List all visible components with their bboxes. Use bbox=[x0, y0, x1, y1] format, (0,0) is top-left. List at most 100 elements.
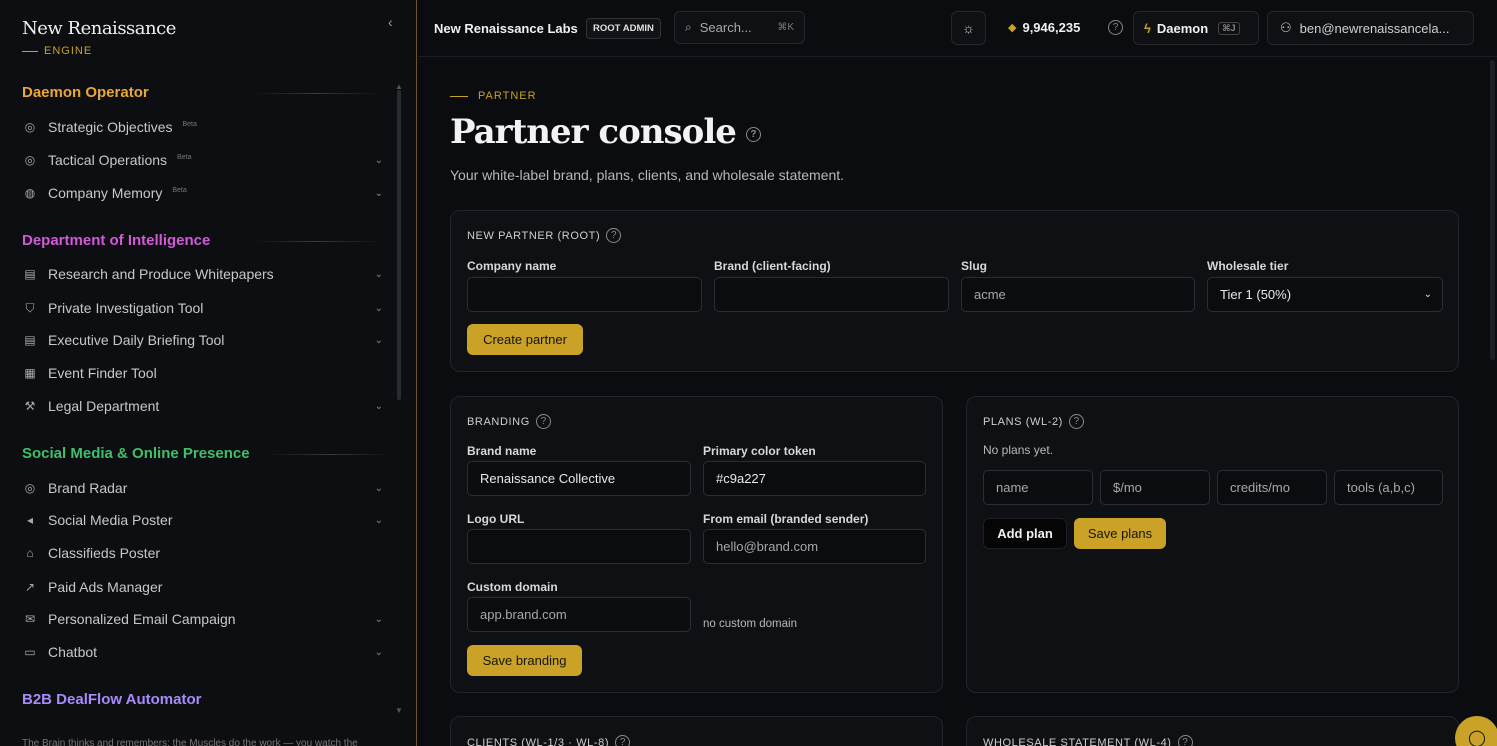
sidebar-item-brand-radar[interactable]: ◎ Brand Radar ⌄ bbox=[22, 476, 387, 500]
help-icon[interactable]: ? bbox=[1177, 735, 1193, 746]
help-icon[interactable]: ? bbox=[535, 414, 551, 429]
sidebar-item-paid-ads-manager[interactable]: ↗ Paid Ads Manager bbox=[22, 575, 387, 599]
save-plans-button[interactable]: Save plans bbox=[1074, 518, 1166, 549]
credits-balance: ◆ 9,946,235 bbox=[1008, 20, 1081, 35]
section-b2b-dealflow[interactable]: B2B DealFlow Automator bbox=[22, 691, 201, 708]
wholesale-tier-select[interactable]: Tier 1 (50%) ⌄ bbox=[1207, 277, 1443, 312]
save-branding-button[interactable]: Save branding bbox=[467, 645, 582, 676]
section-social-media: Social Media & Online Presence bbox=[22, 445, 392, 462]
main-scrollbar[interactable] bbox=[1490, 60, 1495, 360]
sidebar-item-classifieds-poster[interactable]: ⌂ Classifieds Poster bbox=[22, 541, 387, 565]
brand-input[interactable] bbox=[714, 277, 949, 312]
help-icon[interactable]: ? bbox=[606, 228, 622, 243]
card-title: BRANDING bbox=[467, 415, 530, 428]
brand-label: Brand (client-facing) bbox=[714, 259, 831, 273]
add-plan-button[interactable]: Add plan bbox=[983, 518, 1067, 549]
company-name-input[interactable] bbox=[467, 277, 702, 312]
search-shortcut: ⌘K bbox=[777, 22, 794, 33]
sidebar-item-email-campaign[interactable]: ✉ Personalized Email Campaign ⌄ bbox=[22, 607, 387, 631]
chevron-down-icon[interactable]: ⌄ bbox=[375, 188, 383, 199]
page-eyebrow: PARTNER bbox=[450, 90, 537, 102]
mail-icon: ✉ bbox=[24, 612, 36, 626]
sidebar-item-strategic-objectives[interactable]: ◎ Strategic Objectives Beta bbox=[22, 115, 387, 139]
sidebar-item-event-finder[interactable]: ▦ Event Finder Tool bbox=[22, 361, 387, 385]
chevron-down-icon[interactable]: ⌄ bbox=[375, 483, 383, 494]
from-email-input[interactable]: hello@brand.com bbox=[703, 529, 926, 564]
brand-name-input[interactable]: Renaissance Collective bbox=[467, 461, 691, 496]
plan-credits-input[interactable]: credits/mo bbox=[1217, 470, 1327, 505]
plan-tools-input[interactable]: tools (a,b,c) bbox=[1334, 470, 1443, 505]
logo-url-label: Logo URL bbox=[467, 512, 525, 526]
daemon-button[interactable]: ϟ Daemon ⌘J bbox=[1133, 11, 1259, 45]
primary-color-label: Primary color token bbox=[703, 444, 816, 458]
search-icon: ⌕ bbox=[685, 20, 692, 34]
chevron-down-icon[interactable]: ⌄ bbox=[375, 335, 383, 346]
card-title: CLIENTS (WL-1/3 · WL-8) bbox=[467, 736, 610, 746]
chevron-down-icon[interactable]: ⌄ bbox=[375, 303, 383, 314]
chat-icon: ▭ bbox=[24, 645, 36, 659]
brand-name-label: Brand name bbox=[467, 444, 537, 458]
chevron-down-icon[interactable]: ⌄ bbox=[375, 614, 383, 625]
help-icon[interactable]: ? bbox=[615, 735, 631, 746]
plans-empty-text: No plans yet. bbox=[983, 443, 1054, 457]
radar-icon: ◎ bbox=[24, 481, 36, 495]
custom-domain-input[interactable]: app.brand.com bbox=[467, 597, 691, 632]
card-title: WHOLESALE STATEMENT (WL-4) bbox=[983, 736, 1172, 746]
chat-icon: ◯ bbox=[1468, 730, 1486, 746]
sidebar-scrollbar[interactable] bbox=[397, 90, 401, 400]
beta-badge: Beta bbox=[177, 153, 192, 161]
sun-icon: ☼ bbox=[962, 20, 975, 36]
card-title: NEW PARTNER (ROOT) bbox=[467, 229, 601, 242]
sidebar-item-chatbot[interactable]: ▭ Chatbot ⌄ bbox=[22, 640, 387, 664]
daemon-shortcut: ⌘J bbox=[1218, 21, 1240, 35]
search-input[interactable]: ⌕ Search... ⌘K bbox=[674, 11, 805, 44]
sidebar-item-executive-briefing[interactable]: ▤ Executive Daily Briefing Tool ⌄ bbox=[22, 328, 387, 352]
org-name[interactable]: New Renaissance Labs bbox=[434, 21, 578, 36]
brand-name: New Renaissance bbox=[22, 18, 176, 39]
page-title: Partner console? bbox=[450, 112, 761, 152]
section-department-of-intelligence: Department of Intelligence bbox=[22, 232, 382, 249]
primary-color-input[interactable]: #c9a227 bbox=[703, 461, 926, 496]
sidebar-item-company-memory[interactable]: ◍ Company Memory Beta ⌄ bbox=[22, 181, 387, 205]
slug-label: Slug bbox=[961, 259, 987, 273]
sidebar: New Renaissance ENGINE ‹ ▲ ▼ Daemon Oper… bbox=[0, 0, 417, 746]
chevron-down-icon[interactable]: ⌄ bbox=[375, 155, 383, 166]
chat-fab-button[interactable]: ◯ bbox=[1455, 716, 1497, 746]
help-icon[interactable]: ? bbox=[745, 126, 761, 142]
sidebar-item-research-whitepapers[interactable]: ▤ Research and Produce Whitepapers ⌄ bbox=[22, 262, 387, 286]
new-partner-card: NEW PARTNER (ROOT)? Company name Brand (… bbox=[450, 210, 1459, 372]
document-icon: ▤ bbox=[24, 267, 36, 281]
sidebar-item-legal-department[interactable]: ⚒ Legal Department ⌄ bbox=[22, 394, 387, 418]
plan-price-input[interactable]: $/mo bbox=[1100, 470, 1210, 505]
domain-status: no custom domain bbox=[703, 618, 797, 630]
sidebar-item-social-media-poster[interactable]: ◂ Social Media Poster ⌄ bbox=[22, 508, 387, 532]
collapse-sidebar-icon[interactable]: ‹ bbox=[388, 14, 393, 30]
trending-up-icon: ↗ bbox=[24, 580, 36, 594]
help-icon[interactable]: ? bbox=[1108, 20, 1123, 35]
brand-logo[interactable]: New Renaissance ENGINE bbox=[22, 18, 176, 57]
brand-sub: ENGINE bbox=[44, 45, 93, 57]
scroll-down-icon[interactable]: ▼ bbox=[395, 706, 403, 715]
create-partner-button[interactable]: Create partner bbox=[467, 324, 583, 355]
top-bar: New Renaissance Labs ROOT ADMIN ⌕ Search… bbox=[418, 0, 1497, 57]
calendar-icon: ▦ bbox=[24, 366, 36, 380]
user-menu-button[interactable]: ⚇ ben@newrenaissancela... bbox=[1267, 11, 1474, 45]
help-icon[interactable]: ? bbox=[1068, 414, 1084, 429]
plan-name-input[interactable]: name bbox=[983, 470, 1093, 505]
sidebar-item-tactical-operations[interactable]: ◎ Tactical Operations Beta ⌄ bbox=[22, 148, 387, 172]
chevron-down-icon[interactable]: ⌄ bbox=[375, 269, 383, 280]
chevron-down-icon[interactable]: ⌄ bbox=[375, 515, 383, 526]
chevron-down-icon: ⌄ bbox=[1423, 289, 1432, 300]
document-icon: ▤ bbox=[24, 333, 36, 347]
slug-input[interactable]: acme bbox=[961, 277, 1195, 312]
sidebar-item-private-investigation[interactable]: ⛉ Private Investigation Tool ⌄ bbox=[22, 296, 387, 320]
theme-toggle-button[interactable]: ☼ bbox=[951, 11, 986, 45]
section-daemon-operator: Daemon Operator bbox=[22, 84, 382, 101]
store-icon: ⌂ bbox=[26, 546, 34, 560]
beta-badge: Beta bbox=[182, 120, 197, 128]
chevron-down-icon[interactable]: ⌄ bbox=[375, 647, 383, 658]
page-subtitle: Your white-label brand, plans, clients, … bbox=[450, 167, 845, 183]
chevron-down-icon[interactable]: ⌄ bbox=[375, 401, 383, 412]
logo-url-input[interactable] bbox=[467, 529, 691, 564]
from-email-label: From email (branded sender) bbox=[703, 512, 869, 526]
